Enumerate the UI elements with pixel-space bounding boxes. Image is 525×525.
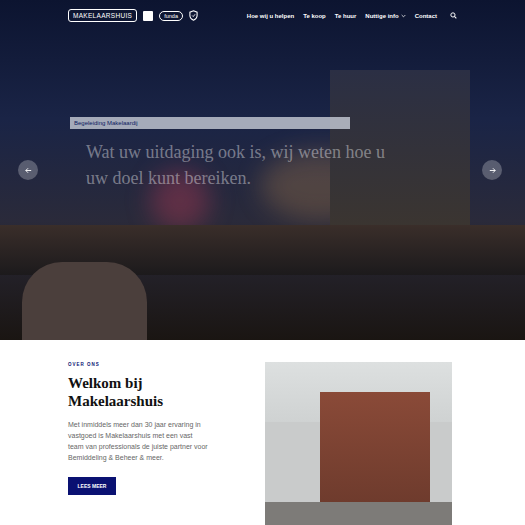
main-nav: Hoe wij u helpen Te koop Te huur Nuttige in… bbox=[247, 12, 457, 19]
funda-badge: funda bbox=[159, 11, 183, 21]
partner-badge bbox=[143, 11, 153, 21]
search-icon[interactable] bbox=[450, 12, 457, 19]
about-section: OVER ONS Welkom bij Makelaarshuis Met inmi… bbox=[0, 340, 525, 525]
about-title: Welkom bij Makelaarshuis bbox=[68, 374, 208, 410]
site-header: MAKELAARSHUIS funda Hoe wij u helpen Te koo… bbox=[0, 0, 525, 22]
brand: MAKELAARSHUIS funda bbox=[68, 9, 198, 22]
nav-item[interactable]: Nuttige info bbox=[365, 13, 405, 19]
nav-item[interactable]: Hoe wij u helpen bbox=[247, 13, 294, 19]
hero-content: Begeleiding Makelaardij Wat uw uitdaging … bbox=[0, 22, 525, 191]
hero-label: Begeleiding Makelaardij bbox=[70, 117, 350, 129]
arrow-right-icon bbox=[488, 166, 497, 175]
hero-slider: MAKELAARSHUIS funda Hoe wij u helpen Te koo… bbox=[0, 0, 525, 340]
nav-item[interactable]: Te koop bbox=[303, 13, 326, 19]
nav-item[interactable]: Te huur bbox=[335, 13, 357, 19]
nav-item[interactable]: Contact bbox=[415, 13, 437, 19]
next-slide-button[interactable] bbox=[482, 160, 502, 180]
eyebrow: OVER ONS bbox=[68, 362, 100, 367]
hero-photo bbox=[0, 0, 525, 340]
page: MAKELAARSHUIS funda Hoe wij u helpen Te koo… bbox=[0, 0, 525, 525]
read-more-button[interactable]: LEES MEER bbox=[68, 477, 116, 495]
hero-headline: Wat uw uitdaging ook is, wij weten hoe u… bbox=[86, 139, 386, 191]
about-text: OVER ONS Welkom bij Makelaarshuis Met inmi… bbox=[68, 362, 208, 525]
shield-icon bbox=[189, 10, 198, 21]
office-photo bbox=[265, 362, 452, 525]
caret-down-icon bbox=[401, 14, 406, 18]
prev-slide-button[interactable] bbox=[18, 160, 38, 180]
about-paragraph: Met inmiddels meer dan 30 jaar ervaring … bbox=[68, 419, 208, 463]
logo[interactable]: MAKELAARSHUIS bbox=[68, 9, 137, 22]
arrow-left-icon bbox=[24, 166, 33, 175]
